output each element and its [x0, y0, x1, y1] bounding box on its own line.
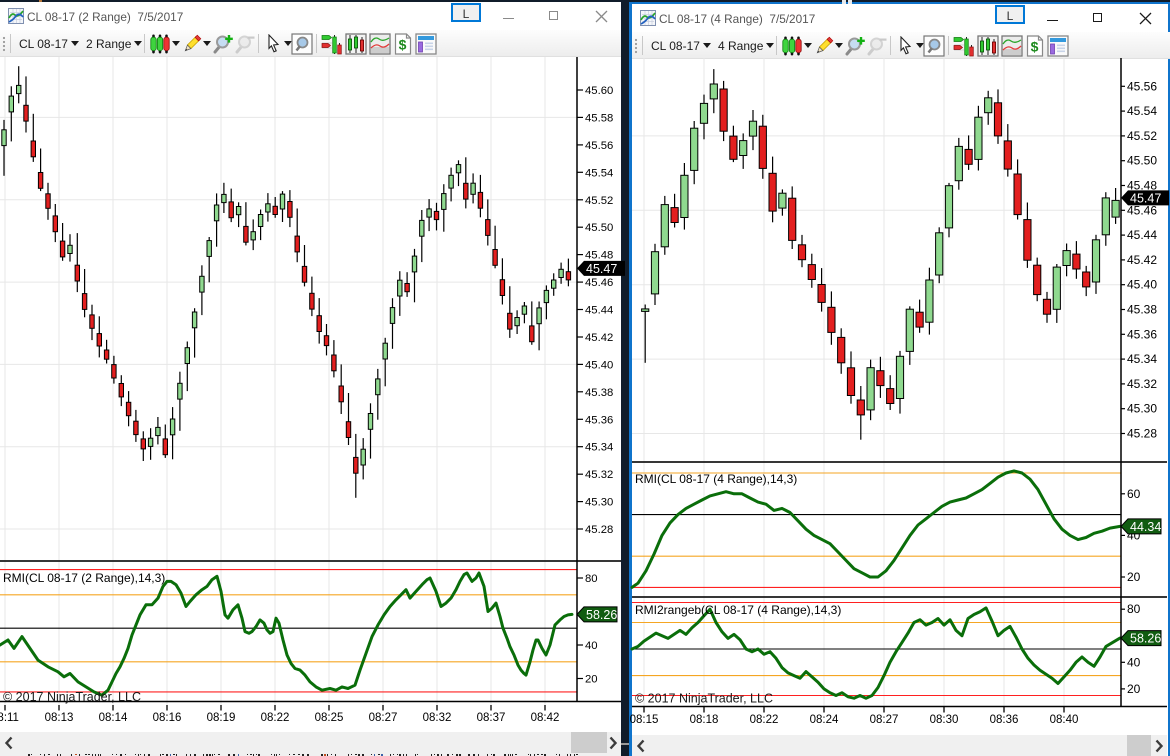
- svg-text:$: $: [399, 37, 407, 53]
- svg-text:$: $: [1031, 39, 1039, 55]
